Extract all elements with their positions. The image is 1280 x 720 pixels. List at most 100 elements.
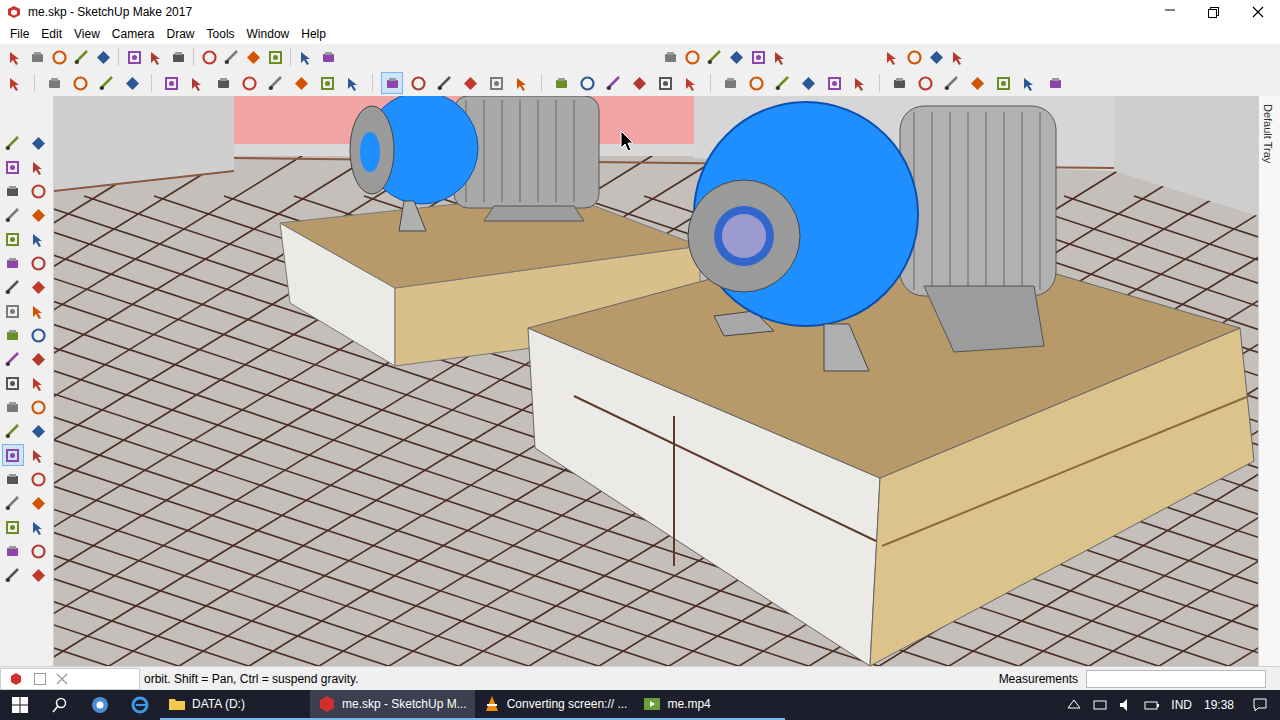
- menu-item[interactable]: View: [68, 23, 106, 45]
- start-button[interactable]: [0, 690, 40, 720]
- toolbar-button[interactable]: [28, 156, 50, 178]
- toolbar-button[interactable]: [725, 46, 747, 68]
- toolbar-button[interactable]: [2, 468, 24, 490]
- toolbar-button[interactable]: [70, 46, 92, 68]
- toolbar-button[interactable]: [2, 300, 24, 322]
- network-button[interactable]: [1087, 696, 1113, 714]
- toolbar-button[interactable]: [212, 72, 234, 94]
- toolbar-button[interactable]: [28, 396, 50, 418]
- toolbar-button[interactable]: [28, 564, 50, 586]
- toolbar-button[interactable]: [485, 72, 507, 94]
- toolbar-button[interactable]: [295, 46, 317, 68]
- toolbar-button[interactable]: [459, 72, 481, 94]
- toolbar-button[interactable]: [290, 72, 312, 94]
- toolbar-button[interactable]: [881, 46, 903, 68]
- toolbar-button[interactable]: [28, 276, 50, 298]
- close-button[interactable]: [1236, 0, 1280, 24]
- toolbar-button[interactable]: [342, 72, 364, 94]
- restore-button[interactable]: [1192, 0, 1236, 24]
- toolbar-button[interactable]: [28, 228, 50, 250]
- taskbar-item-label[interactable]: me.mp4: [667, 695, 710, 713]
- toolbar-button[interactable]: [992, 72, 1014, 94]
- search-button[interactable]: [40, 690, 80, 720]
- toolbar-button[interactable]: [264, 46, 286, 68]
- toolbar-button[interactable]: [2, 180, 24, 202]
- toolbar-button[interactable]: [28, 348, 50, 370]
- toolbar-button[interactable]: [2, 492, 24, 514]
- toolbar-button[interactable]: [28, 252, 50, 274]
- toolbar-button[interactable]: [771, 72, 793, 94]
- toolbar-button[interactable]: [28, 180, 50, 202]
- toolbar-button[interactable]: [914, 72, 936, 94]
- taskbar-item-label[interactable]: me.skp - SketchUp M...: [342, 695, 467, 713]
- toolbar-button[interactable]: [550, 72, 572, 94]
- toolbar-button[interactable]: [198, 46, 220, 68]
- toolbar-button[interactable]: [2, 444, 24, 466]
- default-tray[interactable]: Default Tray: [1258, 96, 1280, 666]
- volume-button[interactable]: [1113, 696, 1139, 714]
- toolbar-button[interactable]: [2, 564, 24, 586]
- toolbar-button[interactable]: [381, 72, 403, 94]
- toolbar-button[interactable]: [511, 72, 533, 94]
- menu-item[interactable]: Edit: [35, 23, 68, 45]
- toolbar-button[interactable]: [703, 46, 725, 68]
- toolbar-button[interactable]: [1044, 72, 1066, 94]
- toolbar-button[interactable]: [769, 46, 791, 68]
- notifications-button[interactable]: [1240, 690, 1280, 720]
- taskbar-item[interactable]: DATA (D:): [160, 690, 310, 720]
- toolbar-button[interactable]: [28, 204, 50, 226]
- toolbar-button[interactable]: [316, 72, 338, 94]
- toolbar-button[interactable]: [28, 492, 50, 514]
- toolbar-button[interactable]: [719, 72, 741, 94]
- toolbar-button[interactable]: [1018, 72, 1040, 94]
- tray-label[interactable]: Default Tray: [1260, 104, 1277, 163]
- toolbar-button[interactable]: [654, 72, 676, 94]
- taskbar-item[interactable]: me.mp4: [635, 690, 785, 720]
- toolbar-button[interactable]: [2, 420, 24, 442]
- toolbar-button[interactable]: [69, 72, 91, 94]
- edge-button[interactable]: [120, 690, 160, 720]
- toolbar-button[interactable]: [242, 46, 264, 68]
- toolbar-button[interactable]: [123, 46, 145, 68]
- taskbar-item-label[interactable]: Converting screen:// ...: [507, 695, 628, 713]
- toolbar-button[interactable]: [849, 72, 871, 94]
- toolbar-button[interactable]: [48, 46, 70, 68]
- toolbar-button[interactable]: [888, 72, 910, 94]
- chrome-button[interactable]: [80, 690, 120, 720]
- toolbar-button[interactable]: [602, 72, 624, 94]
- toolbar-button[interactable]: [28, 372, 50, 394]
- toolbar-button[interactable]: [2, 396, 24, 418]
- toolbar-button[interactable]: [220, 46, 242, 68]
- toolbar-button[interactable]: [4, 46, 26, 68]
- toolbar-button[interactable]: [680, 72, 702, 94]
- toolbar-button[interactable]: [947, 46, 969, 68]
- taskbar-item[interactable]: Converting screen:// ...: [475, 690, 636, 720]
- toolbar-button[interactable]: [28, 444, 50, 466]
- toolbar-button[interactable]: [186, 72, 208, 94]
- toolbar-button[interactable]: [167, 46, 189, 68]
- minimize-button[interactable]: [1148, 0, 1192, 24]
- toolbar-button[interactable]: [925, 46, 947, 68]
- toolbar-button[interactable]: [28, 468, 50, 490]
- show-hidden-button[interactable]: [1061, 696, 1087, 714]
- battery-button[interactable]: [1139, 696, 1165, 714]
- toolbar-button[interactable]: [95, 72, 117, 94]
- toolbar-button[interactable]: [940, 72, 962, 94]
- toolbar-button[interactable]: [2, 516, 24, 538]
- toolbar-button[interactable]: [2, 204, 24, 226]
- toolbar-button[interactable]: [145, 46, 167, 68]
- toolbar-button[interactable]: [2, 156, 24, 178]
- measurements-field[interactable]: [1086, 670, 1266, 688]
- clock[interactable]: 19:38: [1198, 696, 1240, 714]
- toolbar-button[interactable]: [2, 372, 24, 394]
- toolbar-button[interactable]: [28, 516, 50, 538]
- toolbar-button[interactable]: [4, 72, 26, 94]
- toolbar-button[interactable]: [576, 72, 598, 94]
- toolbar-button[interactable]: [2, 540, 24, 562]
- toolbar-button[interactable]: [28, 324, 50, 346]
- toolbar-button[interactable]: [160, 72, 182, 94]
- toolbar-button[interactable]: [2, 324, 24, 346]
- menu-item[interactable]: Camera: [106, 23, 161, 45]
- toolbar-button[interactable]: [747, 46, 769, 68]
- menu-item[interactable]: Window: [241, 23, 296, 45]
